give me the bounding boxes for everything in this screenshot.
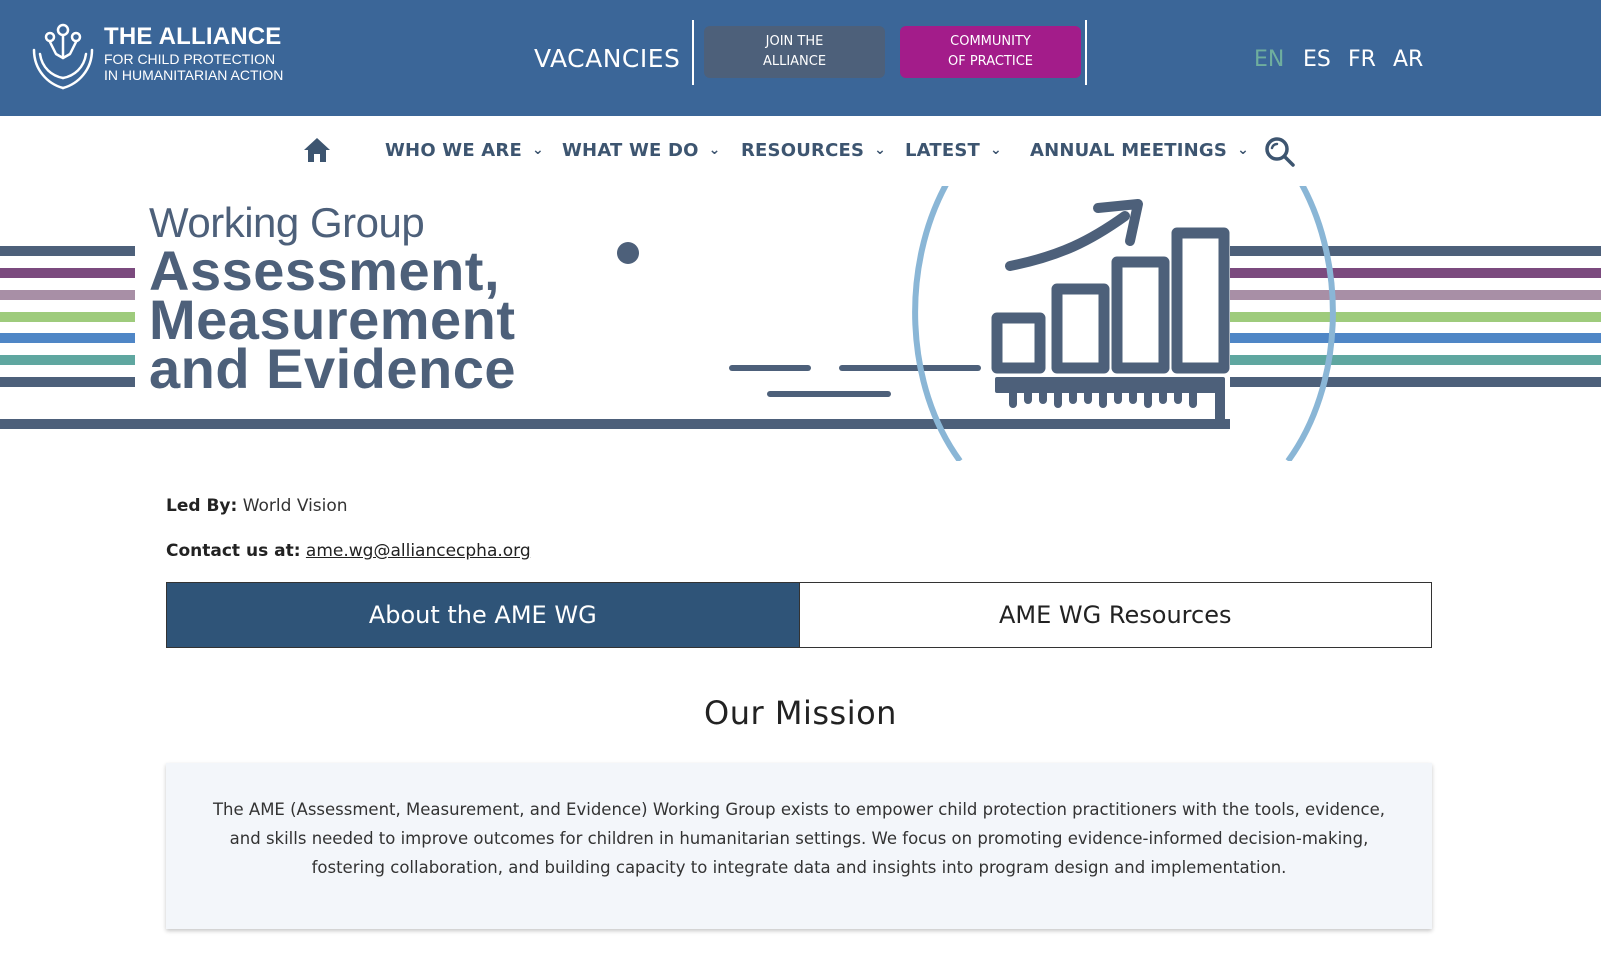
nav-resources-label: RESOURCES [741, 140, 865, 161]
bar-chart-graphic [991, 227, 1230, 374]
banner-title: Working Group Assessment, Measurement an… [149, 200, 517, 400]
led-by-row: Led By: World Vision [166, 496, 348, 516]
right-stripes [1230, 246, 1601, 387]
chevron-down-icon: ⌄ [990, 142, 1002, 158]
join-label-line1: JOIN THE [765, 34, 824, 49]
nav-what-we-do[interactable]: WHAT WE DO ⌄ [562, 140, 721, 161]
logo-subtitle-line2: IN HUMANITARIAN ACTION [104, 67, 284, 83]
nav-who-we-are[interactable]: WHO WE ARE ⌄ [385, 140, 544, 161]
section-tabs: About the AME WG AME WG Resources [166, 582, 1432, 648]
join-the-alliance-button[interactable]: JOIN THE ALLIANCE [704, 26, 885, 78]
led-by-value: World Vision [242, 496, 348, 516]
alliance-logo-icon [32, 23, 94, 90]
contact-email-link[interactable]: ame.wg@alliancecpha.org [306, 541, 531, 561]
nav-annual-meetings-label: ANNUAL MEETINGS [1030, 140, 1228, 161]
contact-row: Contact us at: ame.wg@alliancecpha.org [166, 541, 531, 561]
mission-title: Our Mission [704, 694, 897, 732]
contact-label: Contact us at: [166, 541, 301, 561]
nav-latest-label: LATEST [905, 140, 981, 161]
language-ar[interactable]: AR [1393, 47, 1423, 72]
divider-right [1085, 20, 1087, 85]
language-fr[interactable]: FR [1348, 47, 1376, 72]
led-by-label: Led By: [166, 496, 238, 516]
logo-text: THE ALLIANCE FOR CHILD PROTECTION IN HUM… [104, 23, 283, 83]
nav-annual-meetings[interactable]: ANNUAL MEETINGS ⌄ [1030, 140, 1249, 161]
tab-ame-wg-resources[interactable]: AME WG Resources [798, 583, 1431, 647]
chevron-down-icon: ⌄ [874, 142, 887, 158]
search-icon[interactable] [1264, 136, 1296, 168]
nav-who-we-are-label: WHO WE ARE [385, 140, 522, 161]
logo-subtitle-line1: FOR CHILD PROTECTION [104, 51, 276, 67]
nav-what-we-do-label: WHAT WE DO [562, 140, 699, 161]
divider-left [692, 20, 694, 85]
language-es[interactable]: ES [1303, 47, 1331, 72]
community-of-practice-button[interactable]: COMMUNITY OF PRACTICE [900, 26, 1081, 78]
join-label-line2: ALLIANCE [762, 54, 827, 69]
hero-banner: Working Group Assessment, Measurement an… [0, 186, 1601, 461]
nav-latest[interactable]: LATEST ⌄ [905, 140, 1002, 161]
mission-text: The AME (Assessment, Measurement, and Ev… [212, 800, 1386, 877]
cop-label-line2: OF PRACTICE [948, 54, 1033, 69]
nav-resources[interactable]: RESOURCES ⌄ [741, 140, 886, 161]
chevron-down-icon: ⌄ [708, 142, 721, 158]
tab-about-ame-wg[interactable]: About the AME WG [167, 583, 799, 647]
mission-box: The AME (Assessment, Measurement, and Ev… [166, 763, 1432, 929]
top-bar: THE ALLIANCE FOR CHILD PROTECTION IN HUM… [0, 0, 1601, 116]
chevron-down-icon: ⌄ [1237, 142, 1250, 158]
home-icon[interactable] [303, 136, 331, 164]
chevron-down-icon: ⌄ [532, 142, 544, 158]
vacancies-link[interactable]: VACANCIES [534, 44, 680, 73]
language-en[interactable]: EN [1254, 47, 1284, 72]
logo-title: THE ALLIANCE [104, 23, 282, 50]
banner-line-evidence: and Evidence [149, 337, 517, 400]
left-stripes [0, 246, 135, 387]
cop-label-line1: COMMUNITY [950, 34, 1031, 49]
main-nav: WHO WE ARE ⌄ WHAT WE DO ⌄ RESOURCES ⌄ LATES… [0, 116, 1601, 186]
